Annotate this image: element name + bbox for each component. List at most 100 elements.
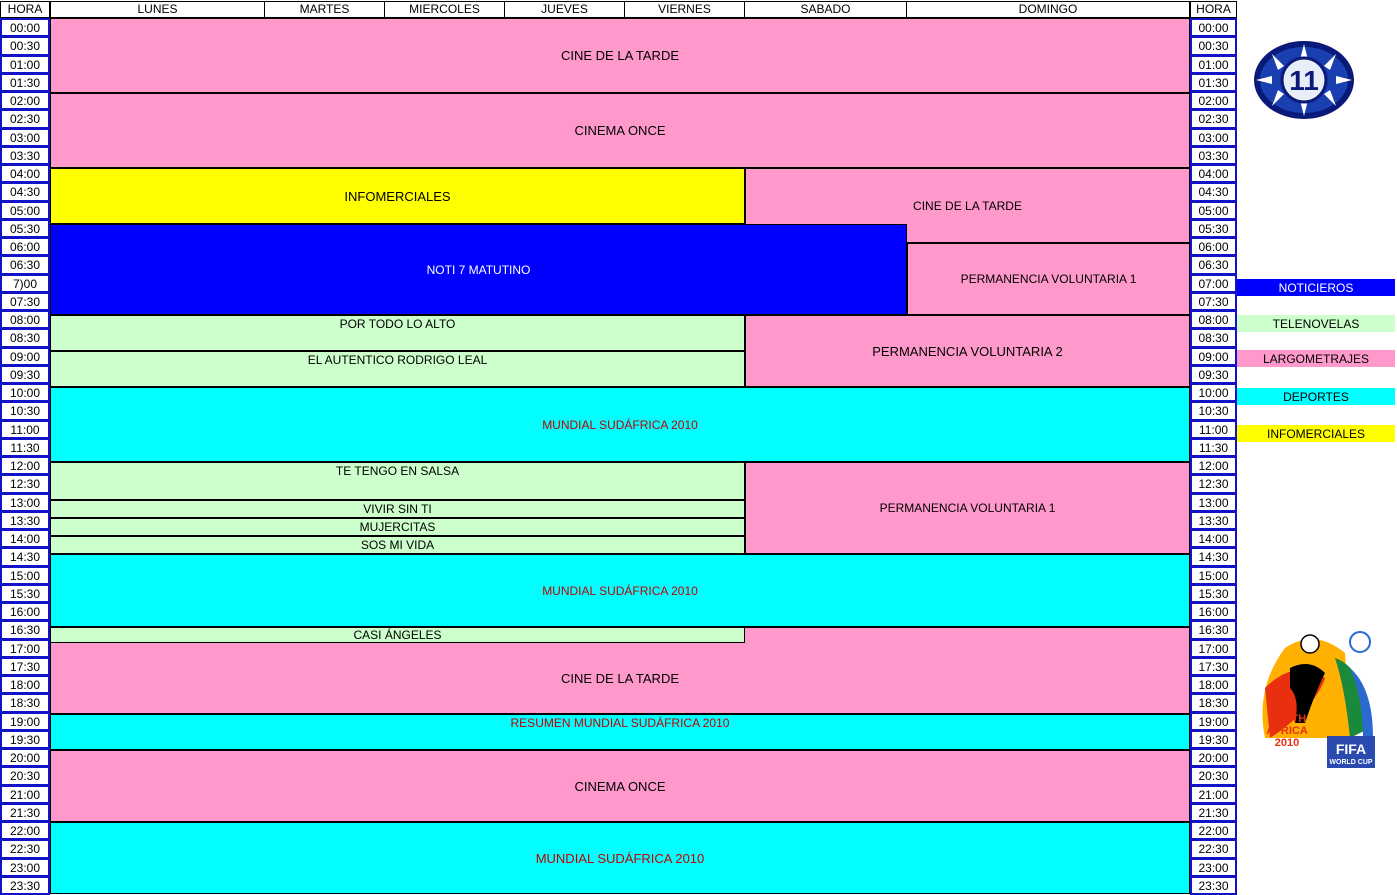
legend-deportes: DEPORTES (1237, 388, 1395, 405)
time-slot-left: 15:30 (0, 584, 50, 603)
time-slot-left: 13:00 (0, 493, 50, 512)
program-block[interactable]: PERMANENCIA VOLUNTARIA 2 (745, 315, 1190, 387)
time-slot-right: 15:30 (1190, 584, 1237, 603)
time-slot-left: 03:30 (0, 146, 50, 165)
time-slot-left: 13:30 (0, 511, 50, 530)
time-slot-left: 10:30 (0, 401, 50, 421)
program-block[interactable]: MUNDIAL SUDÁFRICA 2010 (50, 822, 1190, 894)
legend-infomerciales: INFOMERCIALES (1237, 425, 1395, 442)
time-slot-left: 03:00 (0, 128, 50, 147)
program-block[interactable]: CINEMA ONCE (50, 93, 1190, 168)
logo-text-south: SOUTH (1268, 713, 1307, 725)
time-slot-right: 11:00 (1190, 420, 1237, 439)
time-slot-right: 13:30 (1190, 511, 1237, 530)
program-block[interactable]: CINEMA ONCE (50, 750, 1190, 822)
time-slot-right: 20:30 (1190, 766, 1237, 786)
logo-text-fifa: FIFA (1336, 741, 1366, 757)
time-slot-left: 21:30 (0, 803, 50, 822)
time-slot-left: 19:00 (0, 712, 50, 731)
day-header-viernes: VIERNES (624, 1, 745, 18)
program-block[interactable]: TE TENGO EN SALSA (50, 462, 745, 500)
time-slot-right: 22:00 (1190, 821, 1237, 840)
program-block[interactable]: POR TODO LO ALTO (50, 315, 745, 351)
time-slot-left: 04:00 (0, 164, 50, 183)
time-slot-left: 20:30 (0, 766, 50, 786)
time-slot-left: 15:00 (0, 566, 50, 585)
time-slot-left: 02:00 (0, 91, 50, 110)
time-slot-left: 21:00 (0, 785, 50, 804)
day-header-jueves: JUEVES (504, 1, 625, 18)
time-slot-right: 01:30 (1190, 73, 1237, 92)
time-slot-left: 09:30 (0, 365, 50, 384)
time-slot-left: 16:00 (0, 602, 50, 621)
time-slot-right: 16:00 (1190, 602, 1237, 621)
program-block[interactable]: VIVIR SIN TI (50, 500, 745, 518)
program-block[interactable]: INFOMERCIALES (50, 168, 745, 224)
program-block[interactable]: RESUMEN MUNDIAL SUDÁFRICA 2010 (50, 714, 1190, 750)
program-block[interactable]: MUNDIAL SUDÁFRICA 2010 (50, 387, 1190, 462)
fifa-world-cup-2010-logo: SOUTH AFRICA 2010 FIFA WORLD CUP (1255, 628, 1380, 768)
time-slot-right: 05:00 (1190, 201, 1237, 220)
time-slot-left: 06:30 (0, 255, 50, 275)
logo-text-world-cup: WORLD CUP (1329, 759, 1372, 766)
time-slot-left: 17:00 (0, 639, 50, 658)
time-slot-left: 11:30 (0, 438, 50, 457)
program-block[interactable]: EL AUTENTICO RODRIGO LEAL (50, 351, 745, 387)
time-slot-right: 21:00 (1190, 785, 1237, 804)
time-slot-right: 23:00 (1190, 858, 1237, 877)
program-block[interactable]: CINE DE LA TARDE (50, 643, 1190, 714)
channel-11-logo: 11 (1250, 38, 1358, 122)
program-block[interactable]: CINE DE LA TARDE (50, 18, 1190, 93)
day-header-martes: MARTES (264, 1, 385, 18)
program-block[interactable]: NOTI 7 MATUTINO (50, 224, 907, 315)
logo-text-africa: AFRICA (1266, 725, 1308, 737)
time-slot-left: 19:30 (0, 730, 50, 749)
time-slot-right: 19:00 (1190, 712, 1237, 731)
time-slot-right: 03:00 (1190, 128, 1237, 147)
program-block[interactable]: MUJERCITAS (50, 518, 745, 536)
time-slot-left: 08:30 (0, 328, 50, 348)
time-slot-right: 02:30 (1190, 109, 1237, 129)
time-slot-left: 01:00 (0, 55, 50, 74)
time-slot-left: 18:30 (0, 693, 50, 713)
program-block[interactable]: MUNDIAL SUDÁFRICA 2010 (50, 554, 1190, 627)
time-slot-left: 01:30 (0, 73, 50, 92)
time-slot-right: 07:30 (1190, 292, 1237, 311)
logo-text-year: 2010 (1275, 737, 1299, 749)
time-slot-left: 07:30 (0, 292, 50, 311)
time-slot-right: 23:30 (1190, 876, 1237, 895)
time-slot-right: 12:00 (1190, 456, 1237, 475)
time-slot-right: 01:00 (1190, 55, 1237, 74)
legend-largometrajes: LARGOMETRAJES (1237, 350, 1395, 367)
channel-number: 11 (1289, 65, 1319, 96)
time-slot-right: 14:30 (1190, 547, 1237, 567)
program-block[interactable]: PERMANENCIA VOLUNTARIA 1 (907, 243, 1190, 315)
legend-noticieros: NOTICIEROS (1237, 279, 1395, 296)
time-slot-right: 09:30 (1190, 365, 1237, 384)
time-slot-right: 17:30 (1190, 657, 1237, 676)
legend-telenovelas: TELENOVELAS (1237, 315, 1395, 332)
time-slot-left: 09:00 (0, 347, 50, 366)
time-slot-right: 08:00 (1190, 310, 1237, 329)
time-slot-right: 20:00 (1190, 748, 1237, 767)
program-block[interactable]: SOS MI VIDA (50, 536, 745, 554)
time-slot-left: 22:00 (0, 821, 50, 840)
time-slot-right: 10:30 (1190, 401, 1237, 421)
time-slot-left: 10:00 (0, 383, 50, 402)
time-slot-right: 21:30 (1190, 803, 1237, 822)
day-header-domingo: DOMINGO (906, 1, 1190, 18)
time-slot-right: 03:30 (1190, 146, 1237, 165)
program-block[interactable]: CASI ÁNGELES (50, 627, 745, 643)
time-slot-right: 00:30 (1190, 36, 1237, 56)
time-slot-left: 02:30 (0, 109, 50, 129)
time-slot-right: 05:30 (1190, 219, 1237, 238)
time-slot-left: 04:30 (0, 182, 50, 202)
time-slot-left: 17:30 (0, 657, 50, 676)
time-slot-left: 12:00 (0, 456, 50, 475)
time-slot-left: 14:30 (0, 547, 50, 567)
time-slot-left: 16:30 (0, 620, 50, 640)
time-slot-left: 23:00 (0, 858, 50, 877)
time-slot-left: 22:30 (0, 839, 50, 859)
time-slot-left: 11:00 (0, 420, 50, 439)
program-block[interactable]: PERMANENCIA VOLUNTARIA 1 (745, 462, 1190, 554)
